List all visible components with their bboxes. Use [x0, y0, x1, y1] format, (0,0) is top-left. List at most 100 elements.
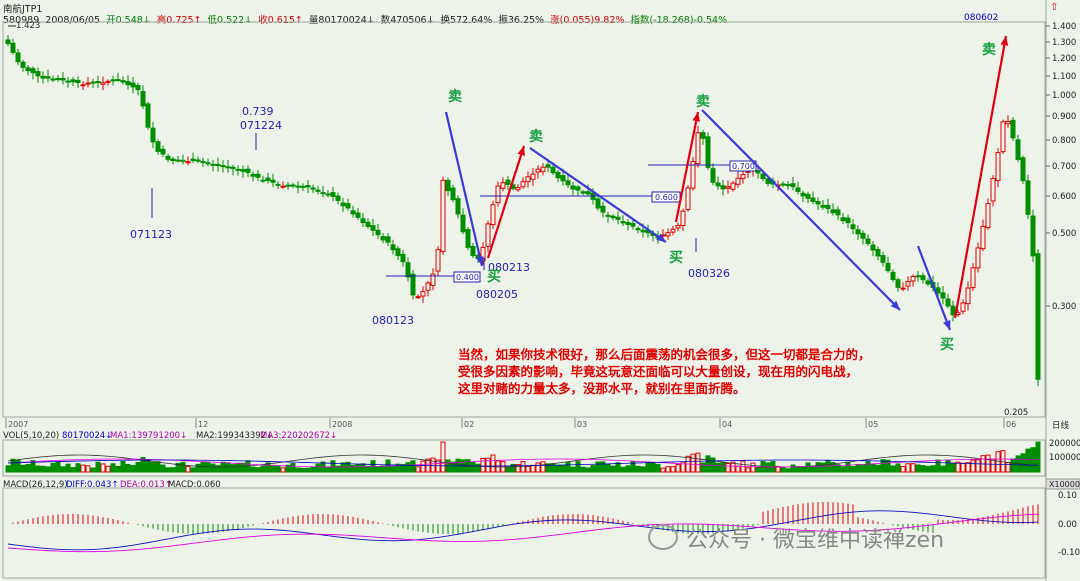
- volume-bar: [200, 461, 206, 473]
- candle-body: [800, 192, 806, 197]
- candle-body: [950, 305, 956, 316]
- candle-body: [605, 214, 611, 217]
- volume-bar: [640, 466, 646, 473]
- candle-body: [960, 302, 966, 312]
- volume-bar: [850, 466, 856, 473]
- candle-body: [190, 158, 196, 162]
- macd-axis-label: -0.10: [1058, 548, 1080, 558]
- candle-body: [490, 204, 496, 226]
- candle-body: [965, 287, 971, 305]
- volume-bar: [575, 461, 581, 473]
- volume-bar: [915, 464, 921, 473]
- time-tick-label: 03: [577, 420, 587, 429]
- volume-bar: [925, 465, 931, 473]
- candle-body: [755, 170, 761, 174]
- volume-bar: [650, 462, 656, 473]
- up-arrow-head: [517, 146, 525, 156]
- candle-body: [170, 158, 176, 161]
- candle-body: [855, 229, 861, 235]
- volume-bar: [10, 458, 16, 473]
- candle-body: [255, 173, 261, 178]
- volume-bar: [755, 466, 761, 473]
- volume-bar: [540, 461, 546, 473]
- candle-body: [370, 225, 376, 231]
- volume-bar: [290, 462, 296, 473]
- volume-bar: [535, 462, 541, 473]
- candle-body: [915, 275, 921, 278]
- volume-bar: [625, 465, 631, 473]
- volume-bar: [815, 462, 821, 473]
- candle-body: [5, 39, 11, 45]
- volume-bar: [270, 464, 276, 473]
- volume-bar: [985, 454, 991, 473]
- volume-bar: [375, 466, 381, 473]
- candle-body: [110, 79, 116, 82]
- candle-body: [635, 228, 641, 231]
- price-tick-label: 0.700: [1052, 162, 1076, 172]
- candle-body: [745, 170, 751, 173]
- candle-body: [470, 245, 476, 257]
- candle-body: [835, 209, 841, 216]
- volume-bar: [330, 460, 336, 473]
- volume-bar: [315, 463, 321, 473]
- candle-body: [75, 79, 81, 84]
- candle-body: [210, 163, 216, 166]
- candle-body: [280, 185, 286, 188]
- volume-bar: [45, 466, 51, 473]
- volume-bar: [490, 454, 496, 473]
- volume-bar: [570, 466, 576, 473]
- volume-bar: [790, 464, 796, 473]
- candle-body: [435, 249, 441, 272]
- candle-body: [595, 198, 601, 209]
- volume-legend-item: VOL(5,10,20): [3, 431, 59, 441]
- up-arrow-icon: ⇧: [1050, 2, 1058, 13]
- time-tick-label: 02: [464, 420, 474, 429]
- price-box-label: 0.600: [655, 193, 678, 202]
- candle-body: [310, 187, 316, 190]
- volume-bar: [185, 465, 191, 473]
- candle-body: [455, 198, 461, 215]
- date-label-071224: 071224: [240, 119, 282, 132]
- volume-axis-label: 200000: [1049, 439, 1080, 449]
- candle-body: [1005, 120, 1011, 125]
- candle-body: [700, 132, 706, 139]
- volume-bar: [280, 467, 286, 473]
- candle-body: [230, 166, 236, 169]
- volume-bar: [340, 462, 346, 473]
- volume-bar: [970, 459, 976, 473]
- candle-body: [540, 166, 546, 172]
- candle-body: [445, 179, 451, 192]
- candle-body: [350, 210, 356, 215]
- candle-body: [135, 85, 141, 91]
- candle-body: [740, 174, 746, 179]
- volume-bar: [690, 453, 696, 473]
- volume-bar: [275, 465, 281, 473]
- candle-body: [545, 164, 551, 168]
- price-tick-label: 0.500: [1052, 229, 1076, 239]
- volume-bar: [60, 466, 66, 473]
- price-tick-label: 1.100: [1052, 72, 1076, 82]
- candle-body: [380, 236, 386, 241]
- candle-body: [985, 202, 991, 229]
- down-arrow: [916, 245, 952, 331]
- volume-bar: [855, 463, 861, 473]
- price-tick-label: 0.900: [1052, 112, 1076, 122]
- volume-bar: [670, 466, 676, 473]
- price-tick-label: 1.200: [1052, 54, 1076, 64]
- candle-body: [260, 179, 266, 182]
- volume-bar: [565, 461, 571, 473]
- volume-bar: [900, 465, 906, 473]
- volume-bar: [840, 466, 846, 473]
- sell-signal: 卖: [448, 88, 462, 105]
- volume-bar: [1035, 441, 1041, 473]
- macd-axis-label: 0.10: [1058, 491, 1077, 501]
- candle-body: [35, 71, 41, 77]
- wechat-icon: [648, 524, 678, 550]
- candle-body: [895, 279, 901, 288]
- volume-bar: [40, 465, 46, 473]
- volume-bar: [235, 462, 241, 473]
- volume-bar: [75, 463, 81, 473]
- chart-canvas[interactable]: 1.400 1.300 1.200 1.100 1.000 0.900 0.800 0.700…: [0, 0, 1080, 581]
- candle-body: [320, 192, 326, 195]
- candle-body: [325, 193, 331, 196]
